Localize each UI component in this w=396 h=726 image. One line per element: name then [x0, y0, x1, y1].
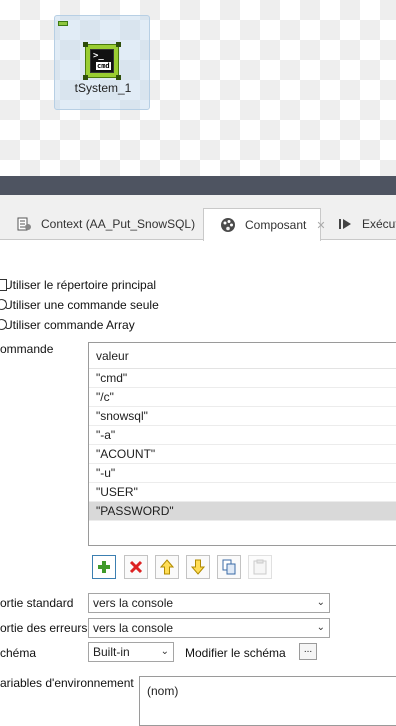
use-home-dir-label: Utiliser le répertoire principal: [4, 278, 157, 292]
delete-icon: [129, 560, 143, 574]
schema-select[interactable]: Built-in ⌄: [88, 642, 174, 662]
column-header-nom[interactable]: (nom): [147, 684, 178, 698]
chevron-down-icon: ⌄: [160, 646, 169, 657]
table-row[interactable]: "ACOUNT": [89, 445, 396, 464]
stdout-value: vers la console: [93, 596, 174, 610]
chevron-down-icon: ⌄: [316, 622, 325, 633]
table-row[interactable]: "-u": [89, 464, 396, 483]
prompt-glyph: >_: [93, 51, 104, 61]
edit-schema-label: Modifier le schéma: [185, 646, 286, 660]
design-canvas[interactable]: >_ cmd tSystem_1: [0, 0, 396, 176]
paste-button[interactable]: [248, 555, 272, 579]
table-row[interactable]: "USER": [89, 483, 396, 502]
schema-value: Built-in: [93, 645, 130, 659]
array-command-label: Utiliser commande Array: [4, 318, 135, 332]
table-row[interactable]: "-a": [89, 426, 396, 445]
plus-icon: [98, 561, 110, 573]
copy-icon: [222, 559, 236, 575]
delete-row-button[interactable]: [124, 555, 148, 579]
copy-button[interactable]: [217, 555, 241, 579]
component-label[interactable]: tSystem_1: [55, 81, 151, 95]
edit-schema-button[interactable]: ...: [299, 643, 317, 660]
table-row[interactable]: "cmd": [89, 369, 396, 388]
tsystem-component[interactable]: >_ cmd tSystem_1: [54, 15, 150, 110]
cmd-glyph: cmd: [96, 62, 111, 70]
single-command-option[interactable]: Utiliser une commande seule: [0, 298, 159, 312]
stdout-select[interactable]: vers la console ⌄: [88, 593, 330, 613]
stderr-value: vers la console: [93, 621, 174, 635]
tab-executor[interactable]: Exécuto: [321, 208, 396, 240]
terminal-icon: >_ cmd: [83, 42, 121, 80]
tab-composant[interactable]: Composant ✕: [203, 208, 326, 241]
command-label: ommande: [0, 342, 54, 356]
table-row[interactable]: "/c": [89, 388, 396, 407]
move-up-button[interactable]: [155, 555, 179, 579]
context-icon: [16, 216, 32, 232]
command-table[interactable]: valeur "cmd" "/c" "snowsql" "-a" "ACOUNT…: [88, 342, 396, 546]
tab-executor-label: Exécuto: [362, 217, 396, 231]
stdout-label: ortie standard: [0, 596, 74, 610]
table-row-selected[interactable]: "PASSWORD": [89, 502, 396, 521]
component-handle[interactable]: [58, 21, 68, 26]
table-row[interactable]: "snowsql": [89, 407, 396, 426]
run-icon: [337, 216, 353, 232]
add-row-button[interactable]: [92, 555, 116, 579]
arrow-up-icon: [160, 559, 174, 575]
single-command-label: Utiliser une commande seule: [4, 298, 159, 312]
use-home-dir-option[interactable]: Utiliser le répertoire principal: [0, 278, 157, 292]
tab-context[interactable]: Context (AA_Put_SnowSQL): [0, 208, 203, 240]
arrow-down-icon: [191, 559, 205, 575]
env-vars-label: ariables d'environnement: [0, 676, 134, 690]
chevron-down-icon: ⌄: [316, 597, 325, 608]
schema-label: chéma: [0, 646, 37, 660]
panel-divider[interactable]: [0, 176, 396, 195]
tab-context-label: Context (AA_Put_SnowSQL): [41, 217, 196, 231]
move-down-button[interactable]: [186, 555, 210, 579]
array-command-option[interactable]: Utiliser commande Array: [0, 318, 135, 332]
column-header-valeur[interactable]: valeur: [89, 343, 396, 369]
tab-bar: Context (AA_Put_SnowSQL) Composant ✕ Exé…: [0, 195, 396, 241]
tab-composant-label: Composant: [245, 218, 307, 232]
paste-icon: [253, 559, 267, 575]
checkbox-icon[interactable]: [0, 279, 7, 291]
stderr-select[interactable]: vers la console ⌄: [88, 618, 330, 638]
palette-icon: [220, 217, 236, 233]
stderr-label: ortie des erreurs: [0, 621, 88, 635]
